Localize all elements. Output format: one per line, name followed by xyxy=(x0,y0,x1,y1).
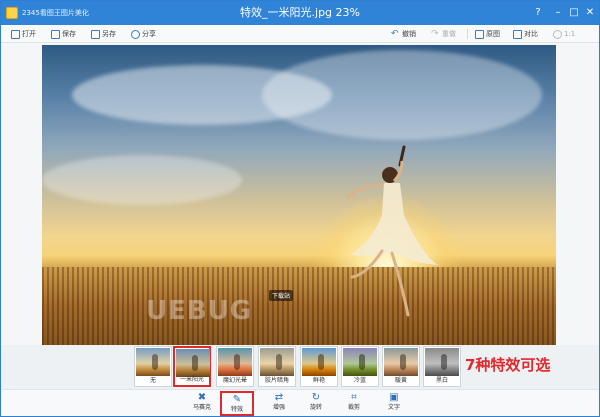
original-label: 原图 xyxy=(486,30,500,38)
top-toolbar: 打开 保存 另存 分享 ↶ 撤销 ↷ 重做 原图 对比 1:1 xyxy=(1,25,599,43)
mosaic-label: 马赛克 xyxy=(192,404,211,411)
toolbar-divider xyxy=(467,29,468,39)
redo-label: 重做 xyxy=(442,30,456,38)
share-label: 分享 xyxy=(142,30,156,38)
sliders-icon: ⇄ xyxy=(274,392,284,403)
enhance-button[interactable]: ⇄ 增强 xyxy=(264,391,294,416)
rotate-button[interactable]: ↻ 旋转 xyxy=(301,391,331,416)
enhance-label: 增强 xyxy=(272,404,285,411)
filter-thumb-vivid[interactable]: 鲜艳 xyxy=(300,346,338,387)
open-label: 打开 xyxy=(22,30,36,38)
photo-canvas[interactable] xyxy=(42,45,556,345)
ratio-label: 1:1 xyxy=(564,30,576,38)
promo-caption: 7种特效可选 xyxy=(465,356,551,374)
save-as-icon xyxy=(91,29,100,39)
save-as-label: 另存 xyxy=(102,30,116,38)
app-window: 2345看图王图片美化 特效_一米阳光.jpg 23% ? – □ ✕ 打开 保… xyxy=(0,0,600,417)
undo-label: 撤销 xyxy=(402,30,416,38)
folder-icon xyxy=(11,29,20,39)
rotate-label: 旋转 xyxy=(309,404,322,411)
undo-button[interactable]: ↶ 撤销 xyxy=(391,28,416,40)
crop-label: 裁剪 xyxy=(347,404,360,411)
share-icon xyxy=(131,29,140,39)
compare-icon xyxy=(513,29,522,39)
watermark-logo: UEBUG xyxy=(146,296,253,326)
compare-button[interactable]: 对比 xyxy=(513,28,538,40)
actual-size-button[interactable]: 1:1 xyxy=(553,28,575,40)
original-button[interactable]: 原图 xyxy=(475,28,500,40)
filter-thumb-warm-yellow[interactable]: 暖黄 xyxy=(382,346,420,387)
crop-icon: ⌗ xyxy=(351,392,357,403)
text-button[interactable]: ▣ 文字 xyxy=(379,391,409,416)
filter-preview xyxy=(218,348,252,376)
filter-label: 暖黄 xyxy=(394,377,407,384)
filter-preview xyxy=(343,348,377,376)
bottom-toolbar: ✖ 马赛克 ✎ 特效 ⇄ 增强 ↻ 旋转 ⌗ 裁剪 ▣ 文字 xyxy=(1,389,599,416)
redo-icon: ↷ xyxy=(431,28,439,39)
undo-icon: ↶ xyxy=(391,28,399,39)
photo-wheat-field xyxy=(42,267,556,345)
save-icon xyxy=(51,29,60,39)
rotate-icon: ↻ xyxy=(311,392,321,403)
filter-label: 魔幻光晕 xyxy=(222,377,247,384)
filter-thumb-cool-blue[interactable]: 冷蓝 xyxy=(341,346,379,387)
photo-cloud xyxy=(262,50,542,140)
save-as-button[interactable]: 另存 xyxy=(91,28,116,40)
filter-preview xyxy=(260,348,294,376)
crop-button[interactable]: ⌗ 裁剪 xyxy=(339,391,369,416)
open-button[interactable]: 打开 xyxy=(11,28,36,40)
save-button[interactable]: 保存 xyxy=(51,28,76,40)
filter-preview xyxy=(302,348,336,376)
filter-label: 胶片暗角 xyxy=(264,377,289,384)
image-icon xyxy=(475,29,484,39)
magic-wand-icon: ✎ xyxy=(232,394,242,405)
crosshair-icon xyxy=(553,29,562,39)
title-bar[interactable]: 2345看图王图片美化 特效_一米阳光.jpg 23% ? – □ ✕ xyxy=(1,1,599,25)
redo-button[interactable]: ↷ 重做 xyxy=(431,28,456,40)
filter-label: 黑白 xyxy=(435,377,448,384)
minimize-button[interactable]: – xyxy=(551,6,565,20)
maximize-button[interactable]: □ xyxy=(567,6,581,20)
filter-preview xyxy=(425,348,459,376)
filter-thumb-none[interactable]: 无 xyxy=(134,346,172,387)
effects-button[interactable]: ✎ 特效 xyxy=(220,391,254,416)
save-label: 保存 xyxy=(62,30,76,38)
filter-thumb-sunshine[interactable]: 一米阳光 xyxy=(173,346,211,387)
window-title: 特效_一米阳光.jpg 23% xyxy=(240,6,360,19)
watermark-tag: 下载站 xyxy=(269,290,294,301)
mosaic-button[interactable]: ✖ 马赛克 xyxy=(187,391,217,416)
close-button[interactable]: ✕ xyxy=(583,6,597,20)
filter-preview xyxy=(176,349,210,377)
filter-thumb-black-white[interactable]: 黑白 xyxy=(423,346,461,387)
filter-thumb-film-vignette[interactable]: 胶片暗角 xyxy=(258,346,296,387)
share-button[interactable]: 分享 xyxy=(131,28,156,40)
help-icon[interactable]: ? xyxy=(531,6,545,20)
filter-label: 鲜艳 xyxy=(312,377,325,384)
filter-preview xyxy=(384,348,418,376)
filter-label: 一米阳光 xyxy=(179,376,204,383)
filter-thumb-magic-halo[interactable]: 魔幻光晕 xyxy=(216,346,254,387)
filter-label: 冷蓝 xyxy=(353,377,366,384)
effects-label: 特效 xyxy=(230,406,243,413)
photo-cloud xyxy=(42,155,242,205)
mosaic-icon: ✖ xyxy=(197,392,207,403)
photo-dancer xyxy=(346,145,438,317)
text-icon: ▣ xyxy=(389,392,399,403)
filter-preview xyxy=(136,348,170,376)
filter-label: 无 xyxy=(149,377,156,384)
compare-label: 对比 xyxy=(524,30,538,38)
text-label: 文字 xyxy=(387,404,400,411)
